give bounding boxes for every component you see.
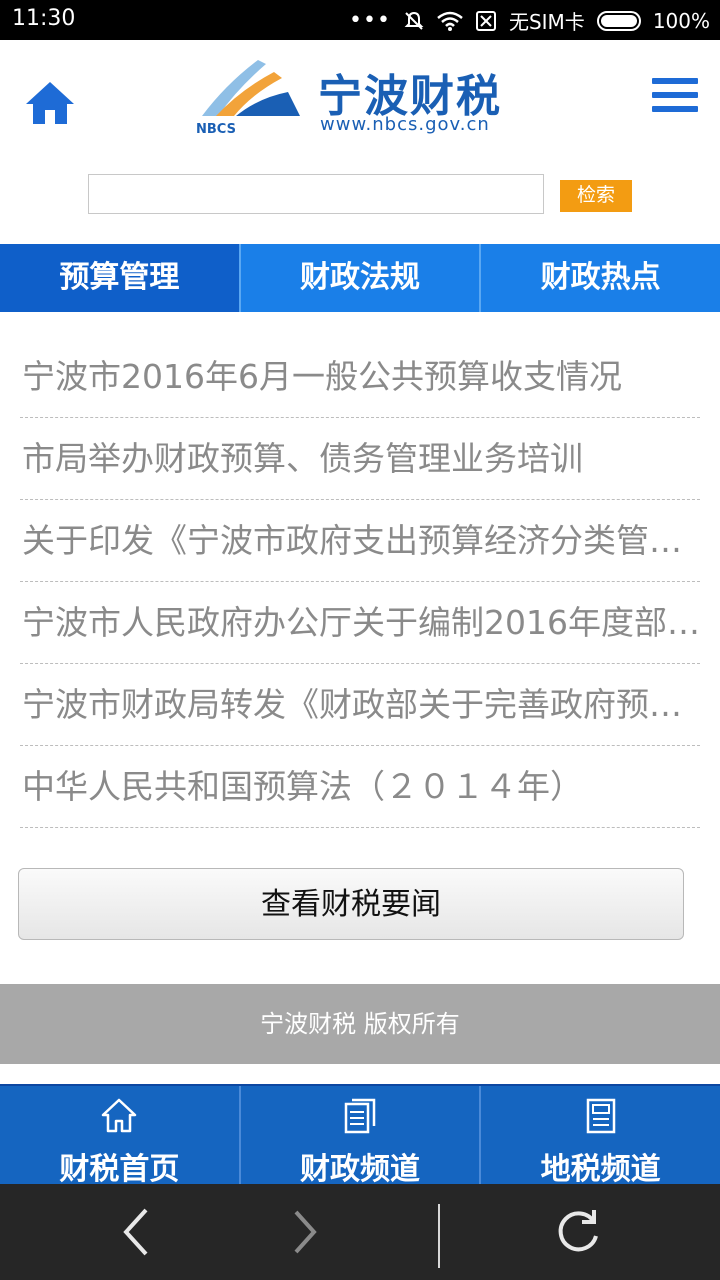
building-icon — [586, 1098, 615, 1134]
menu-icon-bar — [652, 92, 698, 98]
copyright-footer: 宁波财税 版权所有 — [0, 984, 720, 1064]
sim-status: 无SIM卡 — [508, 10, 585, 34]
status-icons: ••• 无SIM卡 100% — [349, 6, 710, 35]
logo-url: www.nbcs.gov.cn — [320, 114, 490, 135]
news-item[interactable]: 宁波市人民政府办公厅关于编制2016年度部门预算的通知 — [20, 582, 700, 664]
status-bar: 11:30 ••• 无SIM卡 100% — [0, 0, 720, 40]
home-button[interactable] — [24, 80, 76, 126]
back-arrow-icon[interactable] — [110, 1204, 166, 1260]
system-nav-bar — [0, 1184, 720, 1280]
logo-mark-icon — [202, 60, 300, 116]
bottom-nav-finance[interactable]: 财政频道 — [241, 1086, 482, 1187]
bottom-nav-local-tax[interactable]: 地税频道 — [481, 1086, 720, 1187]
menu-icon — [652, 78, 698, 84]
forward-arrow-icon[interactable] — [276, 1204, 332, 1260]
document-icon — [344, 1098, 376, 1134]
logo-abbr: NBCS — [196, 122, 236, 137]
tab-fiscal-hotspots[interactable]: 财政热点 — [481, 244, 720, 312]
bottom-nav-home-label: 财税首页 — [59, 1152, 180, 1187]
search-button[interactable]: 检索 — [560, 180, 632, 212]
battery-icon — [596, 10, 641, 31]
nav-divider — [438, 1204, 440, 1268]
mute-bell-icon — [404, 11, 424, 30]
refresh-icon[interactable] — [550, 1204, 606, 1260]
menu-icon-bar — [652, 106, 698, 112]
bottom-nav-home[interactable]: 财税首页 — [0, 1086, 241, 1187]
bottom-nav-finance-label: 财政频道 — [300, 1152, 420, 1187]
status-time: 11:30 — [12, 6, 76, 31]
news-item[interactable]: 市局举办财政预算、债务管理业务培训 — [20, 418, 700, 500]
tab-budget-management[interactable]: 预算管理 — [0, 244, 241, 312]
view-news-button[interactable]: 查看财税要闻 — [18, 868, 684, 940]
bottom-nav-local-tax-label: 地税频道 — [540, 1152, 661, 1187]
home-outline-icon — [102, 1098, 137, 1133]
news-item[interactable]: 宁波市2016年6月一般公共预算收支情况 — [20, 336, 700, 418]
home-icon — [26, 82, 74, 124]
site-header: NBCS 宁波财税 www.nbcs.gov.cn — [0, 40, 720, 170]
more-dots-icon: ••• — [349, 8, 391, 33]
news-item[interactable]: 中华人民共和国预算法（２０１４年） — [20, 746, 700, 828]
tab-fiscal-regulations[interactable]: 财政法规 — [241, 244, 482, 312]
news-item[interactable]: 关于印发《宁波市政府支出预算经济分类管理办法》的通知 — [20, 500, 700, 582]
menu-button[interactable] — [652, 78, 698, 116]
news-item[interactable]: 宁波市财政局转发《财政部关于完善政府预算体系有关问题的通知》 — [20, 664, 700, 746]
wifi-icon — [437, 11, 463, 31]
news-list: 宁波市2016年6月一般公共预算收支情况 市局举办财政预算、债务管理业务培训 关… — [20, 336, 700, 828]
bottom-nav: 财税首页 财政频道 地税频道 — [0, 1084, 720, 1187]
category-tabs: 预算管理 财政法规 财政热点 — [0, 244, 720, 312]
no-sim-icon — [475, 10, 496, 31]
site-logo[interactable]: NBCS 宁波财税 www.nbcs.gov.cn — [196, 54, 526, 154]
battery-level: 100% — [652, 8, 710, 33]
search-input[interactable] — [88, 174, 544, 214]
